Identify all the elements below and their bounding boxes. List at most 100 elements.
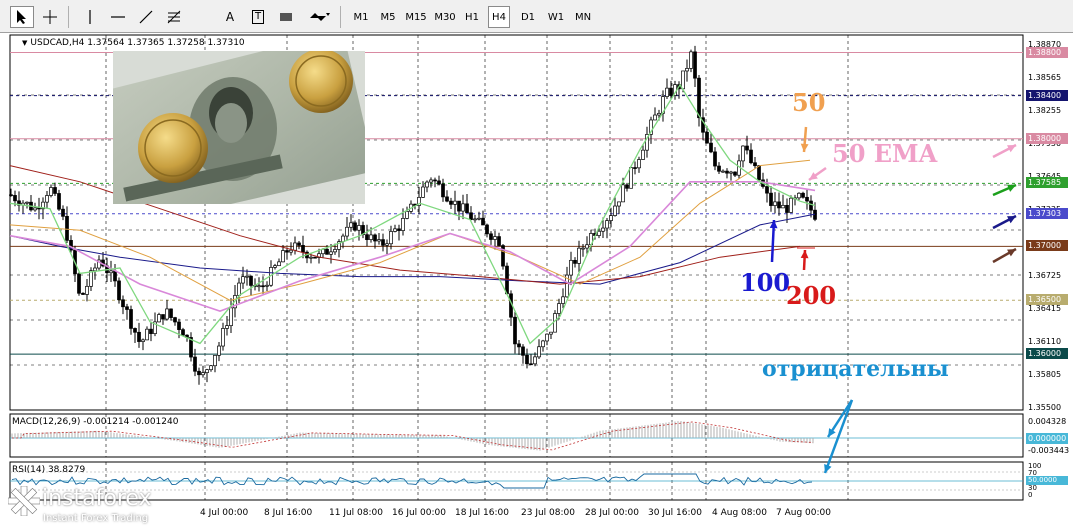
- candle-body: [629, 167, 633, 189]
- candle-body: [241, 276, 245, 284]
- candle-body: [569, 259, 573, 276]
- candle-body: [721, 170, 725, 173]
- candle-body: [561, 296, 565, 304]
- trendline-tool[interactable]: [134, 6, 158, 28]
- rectangle-tool[interactable]: [274, 6, 298, 28]
- timeframe-m15[interactable]: M15: [404, 6, 428, 28]
- rectangle-icon: [280, 13, 292, 21]
- toolbar-separator: [340, 6, 341, 28]
- candle-body: [137, 331, 141, 342]
- candle-body: [585, 244, 589, 249]
- timeframe-mn[interactable]: MN: [572, 6, 594, 28]
- candle-body: [437, 180, 441, 185]
- candle-body: [769, 192, 773, 206]
- candle-body: [133, 328, 137, 333]
- candle-body: [401, 218, 405, 231]
- candle-body: [765, 186, 769, 194]
- candle-body: [353, 222, 357, 231]
- candle-body: [393, 228, 397, 232]
- horizontal-line-tool[interactable]: [106, 6, 130, 28]
- timeframe-m5[interactable]: M5: [376, 6, 400, 28]
- candle-body: [229, 307, 233, 327]
- candle-body: [293, 242, 297, 251]
- chart-collapse-icon[interactable]: ▼: [22, 39, 27, 47]
- candle-body: [577, 247, 581, 264]
- candle-body: [797, 192, 801, 199]
- candle-body: [657, 112, 661, 116]
- crosshair-tool[interactable]: [38, 6, 62, 28]
- timeframe-m1[interactable]: M1: [350, 6, 372, 28]
- candle-body: [265, 284, 269, 287]
- candle-body: [809, 200, 813, 211]
- candle-body: [685, 68, 689, 72]
- candle-body: [93, 267, 97, 272]
- candle-body: [605, 220, 609, 229]
- candle-body: [477, 217, 481, 220]
- horizontal-line-icon: [111, 16, 125, 18]
- candle-body: [681, 70, 685, 90]
- text-label-tool[interactable]: T: [246, 6, 270, 28]
- price-level-label: 1.37303: [1026, 207, 1068, 219]
- text-tool[interactable]: A: [218, 6, 242, 28]
- candle-body: [377, 239, 381, 242]
- candle-body: [141, 339, 145, 342]
- candle-body: [373, 234, 377, 242]
- timeframe-h1[interactable]: H1: [461, 6, 483, 28]
- candle-body: [521, 346, 525, 356]
- candle-body: [469, 212, 473, 220]
- candle-body: [405, 210, 409, 219]
- price-tick-label: 1.36110: [1028, 337, 1062, 347]
- candle-body: [733, 171, 737, 176]
- annotation-50: 50: [792, 88, 826, 117]
- candle-body: [609, 215, 613, 221]
- candle-body: [709, 142, 713, 153]
- candle-body: [297, 242, 301, 246]
- arrows-tool[interactable]: [304, 6, 334, 28]
- time-tick-label: 7 Aug 00:00: [776, 508, 831, 518]
- candle-body: [641, 149, 645, 160]
- candle-body: [525, 354, 529, 365]
- timeframe-w1[interactable]: W1: [545, 6, 567, 28]
- time-tick-label: 30 Jul 16:00: [648, 508, 702, 518]
- candle-body: [217, 345, 221, 356]
- timeframe-h4[interactable]: H4: [488, 6, 510, 28]
- vertical-line-icon: [89, 10, 91, 24]
- candle-body: [433, 179, 437, 182]
- vertical-line-tool[interactable]: [78, 6, 102, 28]
- candle-body: [421, 186, 425, 198]
- cursor-tool[interactable]: [10, 6, 34, 28]
- candle-body: [157, 314, 161, 323]
- price-level-label: 1.37000: [1026, 240, 1068, 252]
- fibonacci-tool[interactable]: [162, 6, 186, 28]
- candle-body: [537, 346, 541, 358]
- instaforex-logo-icon: [8, 486, 40, 516]
- candle-body: [689, 51, 693, 69]
- candle-body: [277, 261, 281, 267]
- candle-body: [205, 369, 209, 373]
- candle-body: [493, 236, 497, 240]
- candle-body: [453, 200, 457, 205]
- candle-body: [357, 225, 361, 231]
- candle-body: [545, 333, 549, 342]
- candle-body: [549, 331, 553, 335]
- candle-body: [465, 203, 469, 214]
- candle-body: [717, 165, 721, 172]
- candle-body: [61, 208, 65, 217]
- candle-body: [457, 200, 461, 212]
- timeframe-d1[interactable]: D1: [517, 6, 539, 28]
- candle-body: [261, 285, 265, 288]
- candle-body: [745, 145, 749, 151]
- candle-body: [513, 316, 517, 345]
- timeframe-m30[interactable]: M30: [432, 6, 458, 28]
- candle-body: [497, 236, 501, 246]
- candle-body: [237, 282, 241, 296]
- candle-body: [257, 285, 261, 288]
- candle-body: [633, 167, 637, 169]
- time-tick-label: 18 Jul 16:00: [455, 508, 509, 518]
- candle-body: [713, 151, 717, 167]
- candle-body: [149, 328, 153, 334]
- candle-body: [37, 207, 41, 210]
- macd-tick-label: 0.000000: [1026, 433, 1068, 444]
- candle-body: [617, 201, 621, 207]
- time-tick-label: 16 Jul 00:00: [392, 508, 446, 518]
